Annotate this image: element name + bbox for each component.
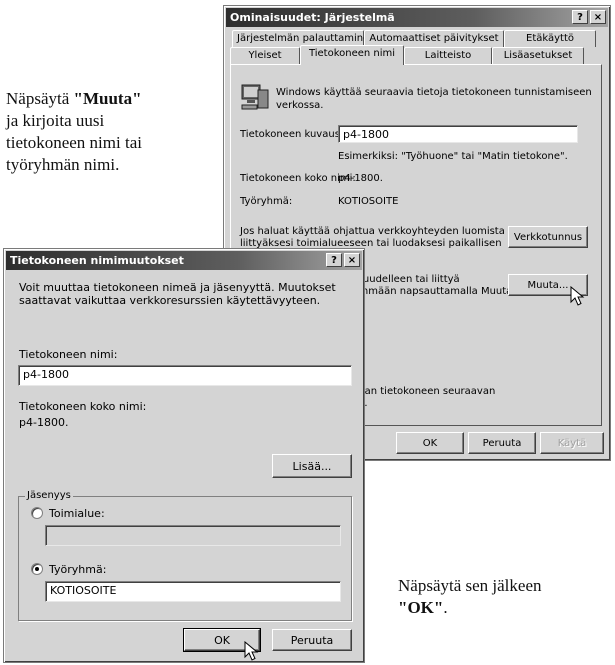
intro-line: Voit muuttaa tietokoneen nimeä ja jäseny… xyxy=(19,281,336,294)
help-button[interactable]: ? xyxy=(326,253,342,267)
domain-radio[interactable] xyxy=(31,507,43,519)
dialog-title: Tietokoneen nimimuutokset xyxy=(10,254,184,267)
title-bar: Tietokoneen nimimuutokset ? × xyxy=(6,251,362,270)
mouse-cursor-icon xyxy=(570,286,585,306)
caption-text: työryhmän nimi. xyxy=(6,155,120,174)
workgroup-value: KOTIOSOITE xyxy=(338,196,399,207)
close-button[interactable]: × xyxy=(590,10,606,24)
computer-icon xyxy=(241,84,269,110)
caption-bold-muuta: "Muuta" xyxy=(73,89,142,108)
network-id-button[interactable]: Verkkotunnus xyxy=(508,226,588,248)
title-bar: Ominaisuudet: Järjestelmä ? × xyxy=(226,8,608,27)
caption-text: Näpsäytä xyxy=(6,89,74,108)
wizard-text-line: Jos haluat käyttää ohjattua verkkoyhteyd… xyxy=(240,226,505,237)
workgroup-input[interactable]: KOTIOSOITE xyxy=(45,581,341,602)
tab-computer-name[interactable]: Tietokoneen nimi xyxy=(300,45,404,65)
more-button[interactable]: Lisää... xyxy=(272,454,352,478)
caption-text: . xyxy=(443,598,448,617)
workgroup-label: Työryhmä: xyxy=(240,196,293,207)
membership-label: Jäsenyys xyxy=(25,490,73,501)
workgroup-radio[interactable] xyxy=(31,563,43,575)
workgroup-label: Työryhmä: xyxy=(49,563,107,576)
mouse-cursor-icon xyxy=(244,641,259,661)
example-text: Esimerkiksi: "Työhuone" tai "Matin tieto… xyxy=(338,151,568,162)
computer-name-label: Tietokoneen nimi: xyxy=(19,348,118,361)
intro-text: Windows käyttää seuraavia tietoja tietok… xyxy=(276,87,592,111)
ok-button[interactable]: OK xyxy=(396,432,464,454)
full-name-value: p4-1800. xyxy=(19,416,69,429)
caption-text: ja kirjoita uusi xyxy=(6,111,105,130)
description-input[interactable]: p4-1800 xyxy=(338,125,578,143)
apply-button[interactable]: Käytä xyxy=(540,432,604,454)
tab-row-front: Yleiset Tietokoneen nimi Laitteisto Lisä… xyxy=(230,45,584,65)
membership-groupbox: Jäsenyys Toimialue: Työryhmä: KOTIOSOITE xyxy=(18,490,352,621)
cancel-button[interactable]: Peruuta xyxy=(272,629,352,651)
close-button[interactable]: × xyxy=(344,253,360,267)
domain-label: Toimialue: xyxy=(49,507,105,520)
intro-text: Voit muuttaa tietokoneen nimeä ja jäseny… xyxy=(19,281,336,307)
instruction-caption-bottom: Näpsäytä sen jälkeen "OK". xyxy=(398,575,608,619)
caption-text: tietokoneen nimi tai xyxy=(6,133,142,152)
tab-hardware[interactable]: Laitteisto xyxy=(404,47,492,64)
help-button[interactable]: ? xyxy=(572,10,588,24)
caption-text: Näpsäytä sen jälkeen xyxy=(398,576,542,595)
tab-row-back: Järjestelmän palauttaminen Automaattiset… xyxy=(232,30,596,47)
tab-general[interactable]: Yleiset xyxy=(230,47,300,64)
description-label: Tietokoneen kuvaus: xyxy=(240,129,344,140)
tab-remote[interactable]: Etäkäyttö xyxy=(504,30,596,47)
cancel-button[interactable]: Peruuta xyxy=(468,432,536,454)
full-name-label: Tietokoneen koko nimi: xyxy=(19,400,147,413)
domain-input[interactable] xyxy=(45,525,341,546)
computer-name-input[interactable]: p4-1800 xyxy=(18,365,352,386)
intro-line: saattavat vaikuttaa verkkoresurssien käy… xyxy=(19,294,321,307)
window-title: Ominaisuudet: Järjestelmä xyxy=(230,11,395,24)
instruction-caption-top: Näpsäytä "Muuta" ja kirjoita uusi tietok… xyxy=(6,88,206,176)
tab-advanced[interactable]: Lisäasetukset xyxy=(492,47,584,64)
rename-dialog: Tietokoneen nimimuutokset ? × Voit muutt… xyxy=(3,248,365,663)
caption-bold-ok: "OK" xyxy=(398,598,444,617)
full-name-value: p4-1800. xyxy=(338,173,383,184)
